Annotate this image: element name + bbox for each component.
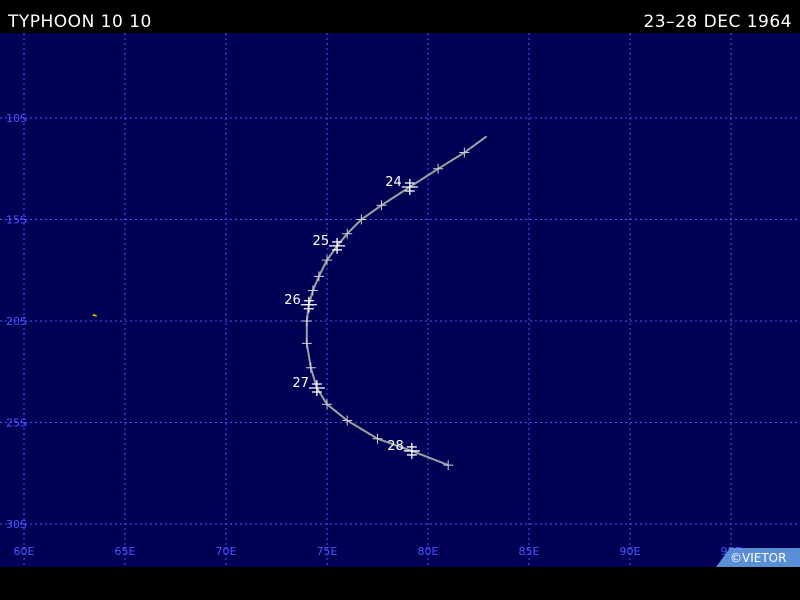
yellow-marker (92, 314, 97, 317)
yellow-mark (92, 314, 97, 317)
longitude-label: 80E (418, 545, 439, 558)
longitude-label: 60E (14, 545, 35, 558)
copyright-badge: ©VIETOR (716, 548, 800, 567)
day-label: 24 (385, 175, 402, 190)
day-label: 28 (387, 439, 404, 454)
latitude-label: 15S (6, 214, 27, 227)
date-range: 23–28 DEC 1964 (643, 12, 792, 32)
map-background (0, 33, 800, 567)
day-label: 25 (313, 234, 330, 249)
latitude-label: 20S (6, 315, 27, 328)
latitude-label: 25S (6, 417, 27, 430)
longitude-label: 75E (317, 545, 338, 558)
header-bar: TYPHOON 10 10 23–28 DEC 1964 (0, 0, 800, 33)
longitude-label: 65E (115, 545, 136, 558)
storm-title: TYPHOON 10 10 (8, 12, 152, 32)
copyright-text: ©VIETOR (730, 551, 786, 565)
track-map: 10S15S20S25S30S 60E65E70E75E80E85E90E95E… (0, 33, 800, 567)
longitude-label: 85E (519, 545, 540, 558)
longitude-label: 90E (620, 545, 641, 558)
day-label: 26 (284, 293, 301, 308)
day-label: 27 (292, 376, 309, 391)
footer-bar (0, 567, 800, 600)
longitude-label: 70E (216, 545, 237, 558)
latitude-label: 30S (6, 518, 27, 531)
latitude-label: 10S (6, 112, 27, 125)
